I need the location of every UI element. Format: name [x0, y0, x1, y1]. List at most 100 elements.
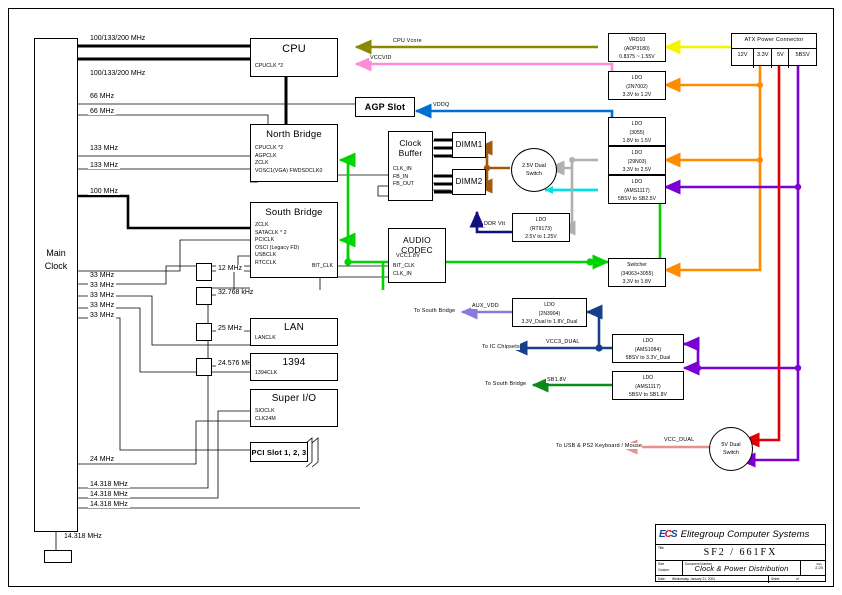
audio-pin-bitclk: BIT_CLK [393, 263, 415, 269]
block-atx-power-connector[interactable]: ATX Power Connector 12V 3.3V 5V 5BSV [731, 33, 817, 68]
block-clock-buffer[interactable]: Clock Buffer CLK_IN FB_IN FB_OUT [388, 131, 433, 201]
nb-pin-agpclk: AGPCLK [255, 152, 277, 159]
sheet-description: Clock & Power Distribution [694, 563, 789, 573]
reg-ldo3d-l2: (AMS1084) [634, 346, 662, 353]
sink-label-ic-chipsets: To IC Chipsets [482, 344, 520, 350]
reg-ldo2-l2: (3055) [629, 129, 645, 136]
block-cpu[interactable]: CPU CPUCLK *2 [250, 38, 338, 77]
reg-ldosb-l3: 5BSV to SB1.8V [628, 392, 668, 398]
reg-ldoaux-l2: (2N3904) [538, 310, 561, 317]
net-label-vccvid: VCCVID [369, 55, 393, 61]
switch-5v-dual[interactable]: 5V Dual Switch [709, 427, 753, 471]
sink-label-south-bridge-aux: To South Bridge [414, 308, 456, 314]
crystal-32768hz[interactable] [196, 287, 212, 305]
reg-vrd10[interactable]: VRD10 (ADP3180) 0.8375 ~ 1.55V [608, 33, 666, 62]
cpu-title: CPU [282, 43, 306, 55]
board-part-number: SF2 / 661FX [703, 547, 778, 558]
switch-2v5-dual[interactable]: 2.5V Dual Switch [511, 148, 557, 192]
reg-ldo4-l2: (AMS1117) [624, 187, 650, 194]
reg-ldo-rt9173[interactable]: LDO (RT9173) 2.5V to 1.25V [512, 213, 570, 242]
title-block[interactable]: ECS Elitegroup Computer Systems Title SF… [655, 524, 826, 583]
block-dimm2[interactable]: DIMM2 [452, 169, 486, 195]
reg-vrd10-l3: 0.8375 ~ 1.55V [619, 54, 655, 60]
osc-14318-package[interactable] [44, 550, 72, 563]
net-label-vddq: VDDQ [432, 102, 451, 108]
freq-label-3: 66 MHz [88, 108, 117, 115]
sio-pin-sioclk: SIOCLK [255, 408, 275, 414]
reg-ldo3d-l1: LDO [642, 338, 654, 344]
reg-vrd10-l2: (ADP3180) [624, 45, 650, 52]
reg-ldo2-l1: LDO [631, 121, 643, 127]
reg-switcher[interactable]: Switcher (34063+3055) 3.3V to 1.8V [608, 258, 666, 287]
south-bridge-title: South Bridge [265, 207, 323, 218]
sb-pin-sataclk: SATACLK * 2 [255, 229, 287, 236]
north-bridge-title: North Bridge [266, 129, 322, 140]
crystal-12mhz[interactable] [196, 263, 212, 281]
reg-ldo-ams1117-sb25[interactable]: LDO (AMS1117) 5BSV to SB2.5V [608, 175, 666, 204]
block-dimm1[interactable]: DIMM1 [452, 132, 486, 158]
nb-pin-vosc: VOSC1(VGA) FWDSDCLK0 [255, 167, 323, 174]
freq-label-14: 14.318 MHz [88, 491, 130, 498]
block-super-io[interactable]: Super I/O SIOCLK CLK24M [250, 389, 338, 427]
freq-label-0: 100/133/200 MHz [88, 35, 148, 42]
net-label-aux-vdd: AUX_VDD [471, 303, 500, 309]
rev-value: 2.20 [815, 565, 823, 570]
reg-ldo-2n7002[interactable]: LDO (2N7002) 3.3V to 1.2V [608, 71, 666, 100]
title-block-row-desc: Size Custom Document Number Clock & Powe… [656, 561, 825, 576]
freq-label-12: 24 MHz [88, 456, 117, 463]
block-pci-slots[interactable]: PCI Slot 1, 2, 3 [250, 442, 308, 462]
freq-label-11: 33 MHz [88, 312, 117, 319]
sb-pin-zclk: ZCLK [255, 222, 269, 228]
reg-ldo-29n03[interactable]: LDO (29N03) 3.3V to 2.5V [608, 146, 666, 175]
agp-title: AGP Slot [364, 102, 406, 112]
freq-label-6: 100 MHz [88, 188, 121, 195]
net-label-vcc3-dual: VCC3_DUAL [545, 339, 581, 345]
sw25-l2: Switch [526, 171, 542, 177]
net-label-vcc-dual: VCC_DUAL [663, 437, 696, 443]
reg-ldo3-l2: (29N03) [627, 158, 647, 165]
title-block-brand: ECS Elitegroup Computer Systems [656, 525, 825, 545]
dimm1-title: DIMM1 [455, 140, 483, 149]
freq-label-9: 33 MHz [88, 292, 117, 299]
reg-ldo-3055[interactable]: LDO (3055) 1.8V to 1.5V [608, 117, 666, 146]
sw25-l1: 2.5V Dual [522, 163, 546, 169]
block-lan[interactable]: LAN LANCLK [250, 318, 338, 346]
block-south-bridge[interactable]: South Bridge ZCLK SATACLK * 2 PCICLK OSC… [250, 202, 338, 278]
reg-ldosb-l1: LDO [642, 375, 654, 381]
reg-ldo-2n3904[interactable]: LDO (2N3904) 3.3V_Dual to 1.8V_Dual [512, 298, 587, 327]
custom-field-label: Custom [658, 568, 669, 572]
reg-switcher-l1: Switcher [627, 262, 647, 268]
block-agp-slot[interactable]: AGP Slot [355, 97, 415, 117]
ieee1394-pin-clk: 1394CLK [255, 370, 278, 376]
clock-buffer-title-2: Buffer [398, 148, 423, 158]
reg-ldo-ams1117-sb18[interactable]: LDO (AMS1117) 5BSV to SB1.8V [612, 371, 684, 400]
sb-pin-osci: OSCI (Legacy FD) [255, 244, 300, 251]
reg-ldo-ams1084[interactable]: LDO (AMS1084) 5BSV to 3.3V_Dual [612, 334, 684, 363]
freq-label-13: 14.318 MHz [88, 481, 130, 488]
lan-title: LAN [283, 322, 305, 333]
net-label-cpu-vcore: CPU Vcore [392, 38, 423, 44]
reg-ldo1-l1: LDO [631, 75, 643, 81]
nb-pin-cpuclk: CPUCLK *2 [255, 145, 284, 151]
reg-vrd10-l1: VRD10 [628, 37, 646, 43]
block-1394[interactable]: 1394 1394CLK [250, 353, 338, 381]
block-north-bridge[interactable]: North Bridge CPUCLK *2 AGPCLK ZCLK VOSC1… [250, 124, 338, 182]
cb-pin-fbout: FB_OUT [393, 181, 415, 187]
net-label-sb18: SB1.8V [546, 377, 568, 383]
block-main-clock[interactable]: Main Clock [34, 38, 78, 532]
reg-ldo3-l1: LDO [631, 150, 643, 156]
lan-pin-lanclk: LANCLK [255, 335, 276, 341]
atx-title: ATX Power Connector [744, 37, 804, 43]
freq-label-1: 100/133/200 MHz [88, 70, 148, 77]
main-clock-label-1: Main [46, 248, 66, 258]
crystal-25mhz-label: 25 MHz [216, 325, 245, 332]
reg-ldo3d-l3: 5BSV to 3.3V_Dual [625, 355, 671, 361]
reg-switcher-l2: (34063+3055) [620, 270, 654, 277]
freq-label-10: 33 MHz [88, 302, 117, 309]
title-block-row-date: Date: Wednesday, January 21, 2004 Sheet … [656, 576, 825, 583]
cb-pin-clkin: CLK_IN [393, 166, 412, 172]
crystal-25mhz[interactable] [196, 323, 212, 341]
audio-title-1: AUDIO [403, 235, 431, 245]
sw5-l1: 5V Dual [721, 442, 741, 448]
crystal-24576mhz[interactable] [196, 358, 212, 376]
